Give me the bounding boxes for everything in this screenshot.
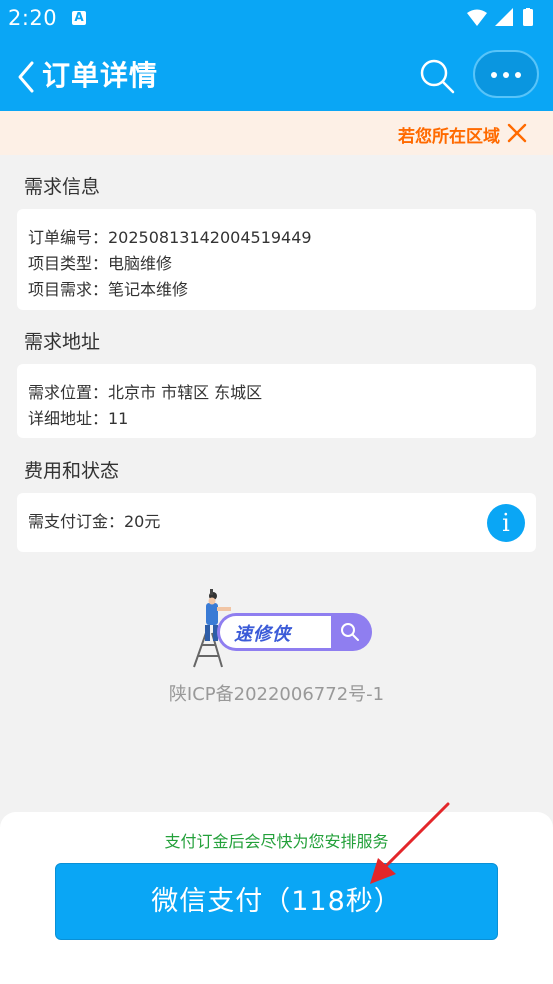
notice-text: 若您所在区域 [398, 127, 500, 147]
demand-info-card: 订单编号：20250813142004519449 项目类型：电脑维修 项目需求… [17, 209, 536, 310]
logo-text: 速修侠 [234, 624, 291, 645]
search-icon[interactable] [418, 57, 456, 95]
deposit-line: 需支付订金：20元 [28, 512, 161, 531]
status-time: 2:20 [8, 6, 58, 30]
nav-bar: 订单详情 [0, 40, 553, 111]
more-dots-button[interactable] [473, 50, 539, 98]
project-type-line: 项目类型：电脑维修 [28, 254, 173, 273]
battery-icon [523, 9, 533, 26]
brand-logo: 速修侠 [186, 589, 376, 671]
info-icon[interactable]: i [487, 504, 525, 542]
more-dot-icon [491, 72, 497, 78]
fee-card: 需支付订金：20元 i [17, 493, 536, 552]
signal-icon [495, 8, 513, 26]
page-title: 订单详情 [42, 59, 159, 92]
payment-hint: 支付订金后会尽快为您安排服务 [164, 832, 389, 851]
order-number-line: 订单编号：20250813142004519449 [28, 228, 312, 247]
project-demand-line: 项目需求：笔记本维修 [28, 280, 189, 299]
address-card: 需求位置：北京市 市辖区 东城区 详细地址：11 [17, 364, 536, 438]
wifi-icon [467, 9, 487, 26]
section-title-demand-info: 需求信息 [24, 176, 101, 198]
red-arrow-annotation-icon [370, 802, 450, 884]
icp-record-text[interactable]: 陕ICP备2022006772号-1 [0, 680, 553, 706]
notification-a-icon: A [72, 10, 86, 25]
notice-bar: 若您所在区域 [0, 111, 553, 155]
top-header: 2:20 A 订单详情 [0, 0, 553, 111]
payment-panel: 支付订金后会尽快为您安排服务 微信支付（118秒） [0, 812, 553, 984]
logo-pill: 速修侠 [217, 613, 372, 651]
back-chevron-icon[interactable] [16, 60, 38, 94]
logo-pill-inner: 速修侠 [220, 616, 331, 648]
detail-address-line: 详细地址：11 [28, 409, 129, 428]
more-dot-icon [503, 72, 509, 78]
section-title-address: 需求地址 [24, 331, 101, 353]
section-title-fee-status: 费用和状态 [24, 460, 120, 482]
info-glyph: i [502, 509, 510, 537]
more-dot-icon [515, 72, 521, 78]
status-icons [467, 8, 533, 26]
status-bar: 2:20 A [0, 0, 553, 40]
close-icon[interactable] [507, 123, 527, 143]
notification-a-glyph: A [74, 10, 84, 24]
location-line: 需求位置：北京市 市辖区 东城区 [28, 383, 263, 402]
logo-search-icon [341, 623, 359, 641]
